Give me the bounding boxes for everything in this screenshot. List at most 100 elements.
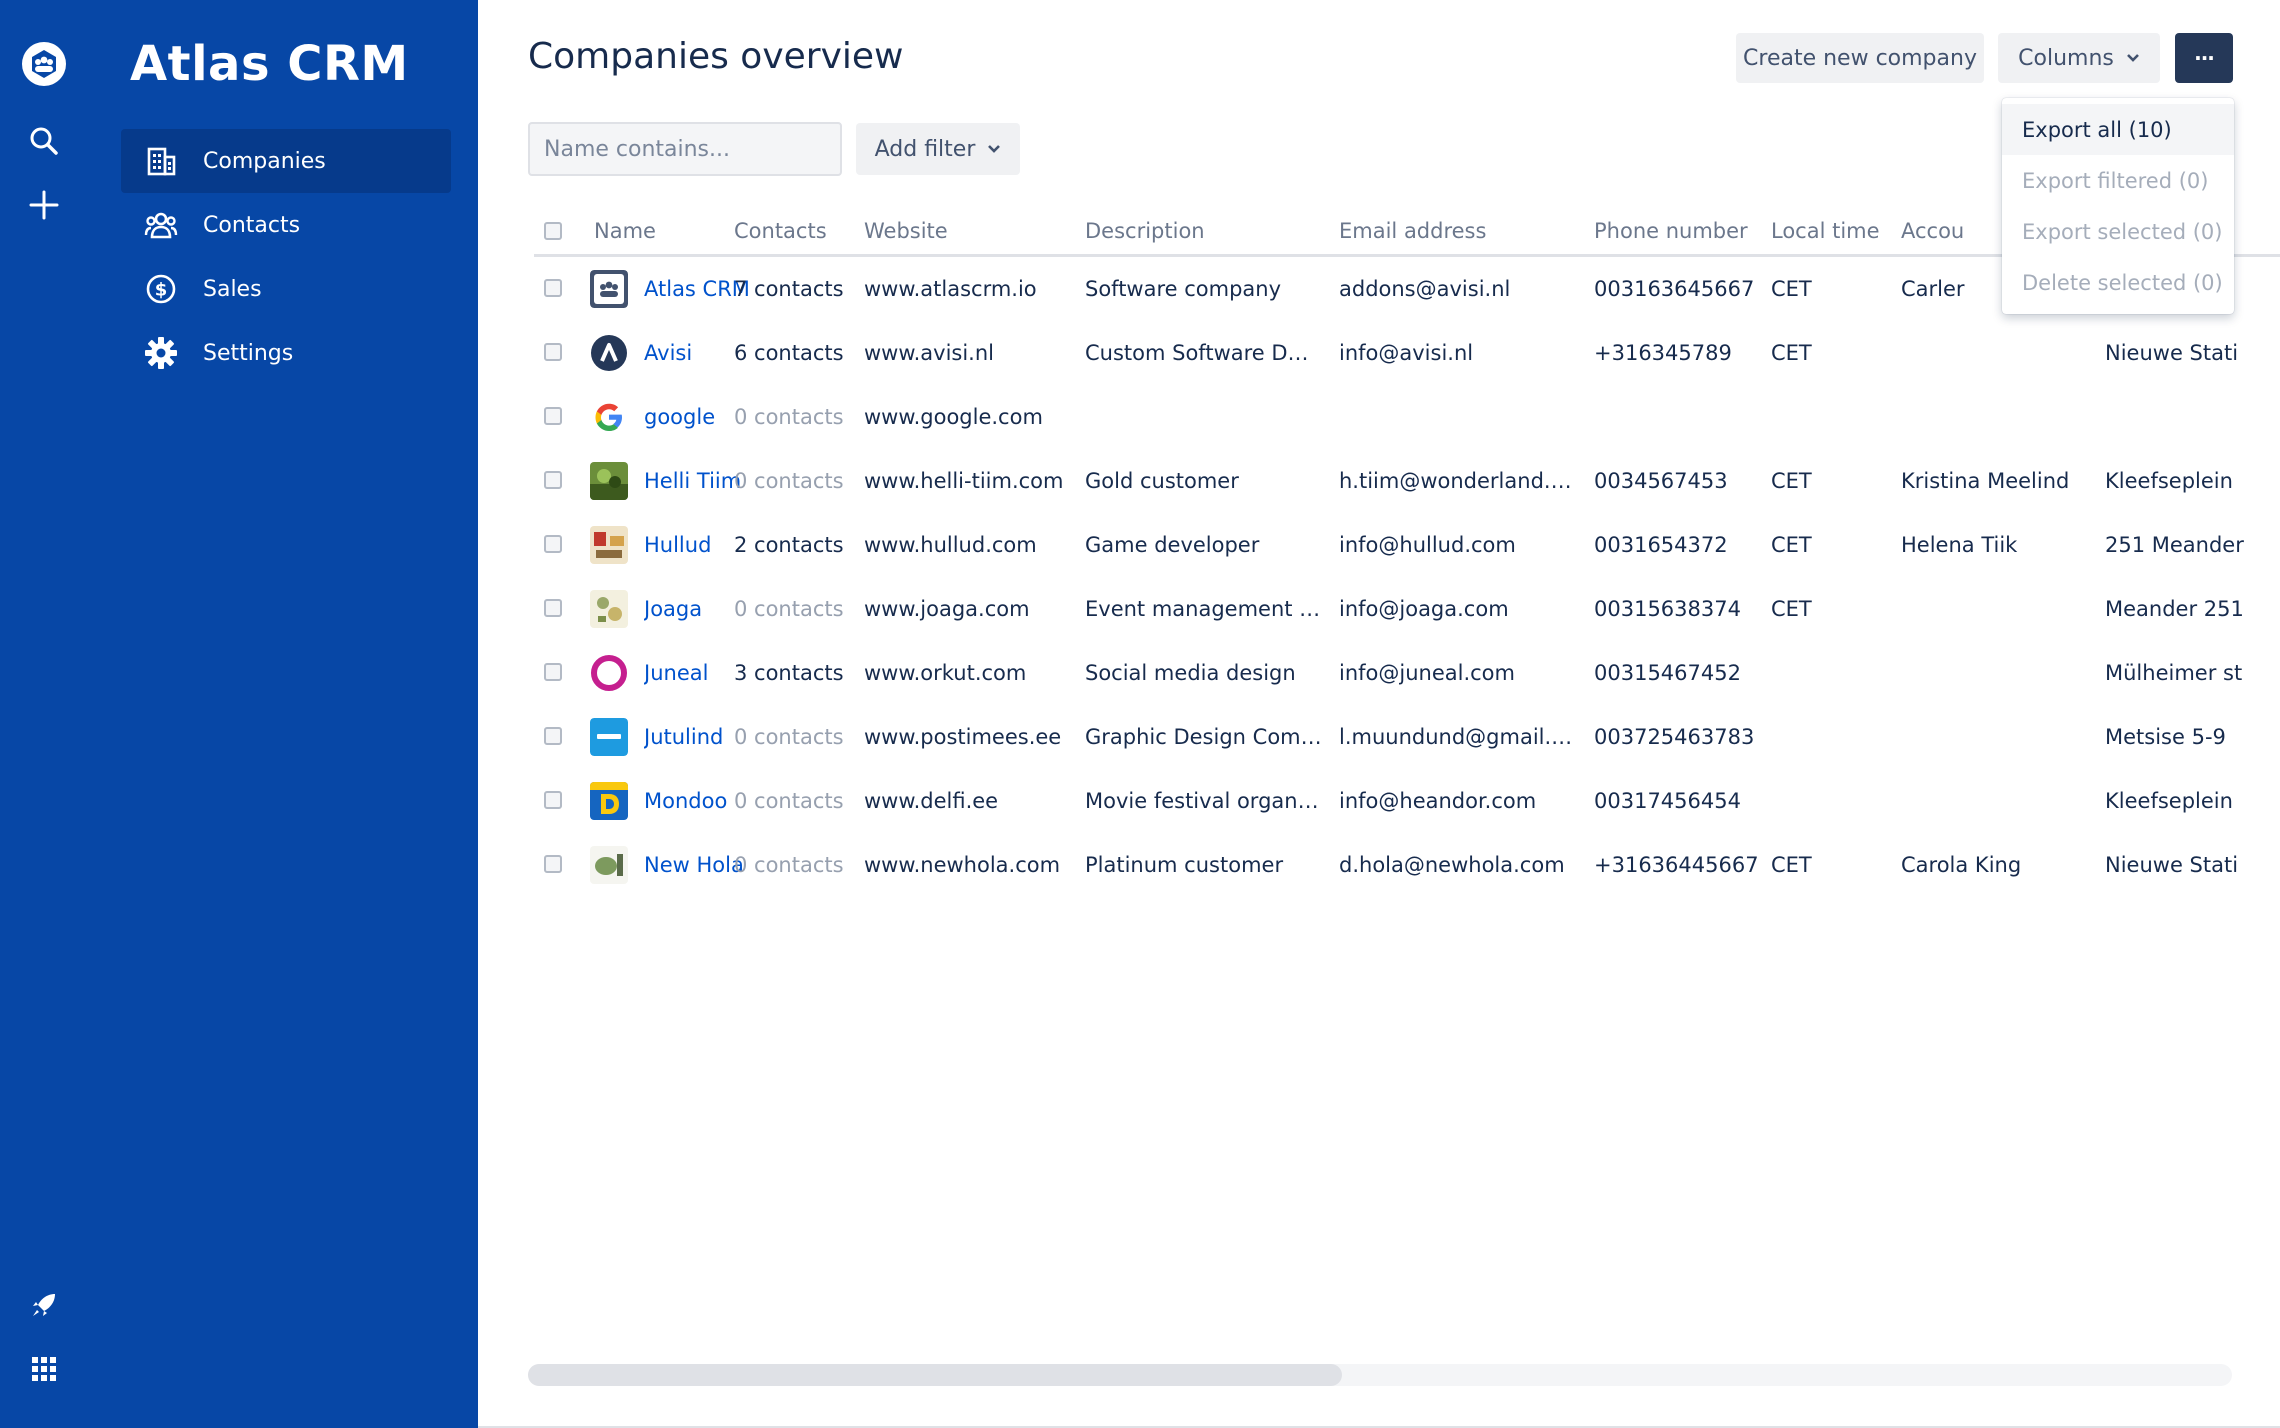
cell-local-time: CET [1771,533,1812,557]
sidebar-item-settings[interactable]: Settings [121,321,451,385]
more-actions-menu: Export all (10) Export filtered (0) Expo… [2002,98,2234,314]
cell-contacts: 0 contacts [734,597,844,621]
sidebar-item-contacts[interactable]: Contacts [121,193,451,257]
row-checkbox[interactable] [544,855,562,873]
row-checkbox[interactable] [544,663,562,681]
company-name-link[interactable]: Juneal [644,641,708,705]
column-header-contacts[interactable]: Contacts [734,219,827,243]
sidebar-item-sales[interactable]: $ Sales [121,257,451,321]
chevron-down-icon [2126,53,2140,63]
column-header-account[interactable]: Accou [1901,219,1964,243]
columns-button[interactable]: Columns [1998,33,2160,83]
cell-website: www.orkut.com [864,661,1027,685]
row-checkbox[interactable] [544,535,562,553]
cell-description: Event management … [1085,597,1321,621]
cell-contacts: 0 contacts [734,405,844,429]
row-checkbox[interactable] [544,343,562,361]
cell-local-time: CET [1771,341,1812,365]
search-icon[interactable] [16,113,72,169]
row-checkbox[interactable] [544,471,562,489]
cell-local-time: CET [1771,277,1812,301]
cell-local-time [1771,385,1891,449]
table-row: New Hola 0 contacts www.newhola.com Platinu… [534,833,2280,897]
cell-email: info@joaga.com [1339,597,1509,621]
cell-website: www.postimees.ee [864,725,1062,749]
cell-phone: 00315467452 [1594,661,1741,685]
cell-contacts: 0 contacts [734,789,844,813]
menu-item-export-all[interactable]: Export all (10) [2002,104,2234,155]
column-header-website[interactable]: Website [864,219,948,243]
column-header-email[interactable]: Email address [1339,219,1486,243]
row-checkbox[interactable] [544,727,562,745]
cell-address: Metsise 5-9 [2105,725,2226,749]
plus-icon[interactable] [16,177,72,233]
horizontal-scrollbar[interactable] [528,1364,2232,1386]
hullud-logo-icon [590,526,628,564]
rocket-icon[interactable] [16,1277,72,1333]
sidebar-item-companies[interactable]: Companies [121,129,451,193]
cell-description: Software company [1085,277,1282,301]
cell-address: Meander 251 [2105,597,2244,621]
column-header-name[interactable]: Name [594,219,656,243]
cell-website: www.google.com [864,405,1043,429]
column-header-description[interactable]: Description [1085,219,1205,243]
company-name-link[interactable]: New Hola [644,833,744,897]
cell-phone: 003163645667 [1594,277,1755,301]
company-name-link[interactable]: Helli Tiim [644,449,741,513]
cell-account [1901,769,2096,833]
row-checkbox[interactable] [544,791,562,809]
cell-phone [1594,385,1764,449]
juneal-logo-icon [590,654,628,692]
cell-phone: 00317456454 [1594,789,1741,813]
cell-contacts: 6 contacts [734,341,844,365]
menu-item-delete-selected[interactable]: Delete selected (0) [2002,257,2234,308]
company-name-link[interactable]: Mondoo [644,769,727,833]
atlas-logo-icon[interactable] [16,36,72,92]
mondoo-logo-icon [590,782,628,820]
building-icon [141,141,181,181]
cell-local-time [1771,705,1891,769]
cell-account [1901,641,2096,705]
table-row: Helli Tiim 0 contacts www.helli-tiim.com Go… [534,449,2280,513]
scrollbar-thumb[interactable] [528,1364,1342,1386]
column-header-local-time[interactable]: Local time [1771,219,1880,243]
cell-email: l.muundund@gmail.… [1339,725,1573,749]
name-filter-input[interactable] [528,122,842,176]
company-name-link[interactable]: Joaga [644,577,702,641]
menu-item-export-filtered[interactable]: Export filtered (0) [2002,155,2234,206]
cell-account [1901,385,2096,449]
company-name-link[interactable]: Jutulind [644,705,723,769]
cell-email: info@juneal.com [1339,661,1515,685]
select-all-checkbox[interactable] [544,222,562,240]
company-name-link[interactable]: Hullud [644,513,711,577]
cell-local-time: CET [1771,853,1812,877]
cell-phone: 0031654372 [1594,533,1728,557]
cell-contacts: 0 contacts [734,725,844,749]
joaga-logo-icon [590,590,628,628]
create-company-button[interactable]: Create new company [1736,33,1984,83]
column-header-phone[interactable]: Phone number [1594,219,1748,243]
cell-phone: 0034567453 [1594,469,1728,493]
table-row: Juneal 3 contacts www.orkut.com Social medi… [534,641,2280,705]
table-row: Jutulind 0 contacts www.postimees.ee Graphi… [534,705,2280,769]
row-checkbox[interactable] [544,599,562,617]
cell-account [1901,705,2096,769]
table-row: Joaga 0 contacts www.joaga.com Event manage… [534,577,2280,641]
dollar-icon: $ [141,269,181,309]
cell-address: Kleefseplein [2105,469,2233,493]
company-name-link[interactable]: Avisi [644,321,692,385]
row-checkbox[interactable] [544,407,562,425]
add-filter-button[interactable]: Add filter [856,123,1020,175]
app-switcher-icon[interactable] [16,1341,72,1397]
cell-description: Movie festival organ… [1085,789,1319,813]
cell-description: Custom Software D… [1085,341,1309,365]
cell-local-time: CET [1771,597,1812,621]
cell-website: www.helli-tiim.com [864,469,1064,493]
cell-contacts: 3 contacts [734,661,844,685]
company-name-link[interactable]: google [644,385,715,449]
more-actions-button[interactable]: ··· [2175,33,2233,83]
table-row: Mondoo 0 contacts www.delfi.ee Movie festiv… [534,769,2280,833]
cell-address: Nieuwe Stati [2105,853,2239,877]
row-checkbox[interactable] [544,279,562,297]
menu-item-export-selected[interactable]: Export selected (0) [2002,206,2234,257]
